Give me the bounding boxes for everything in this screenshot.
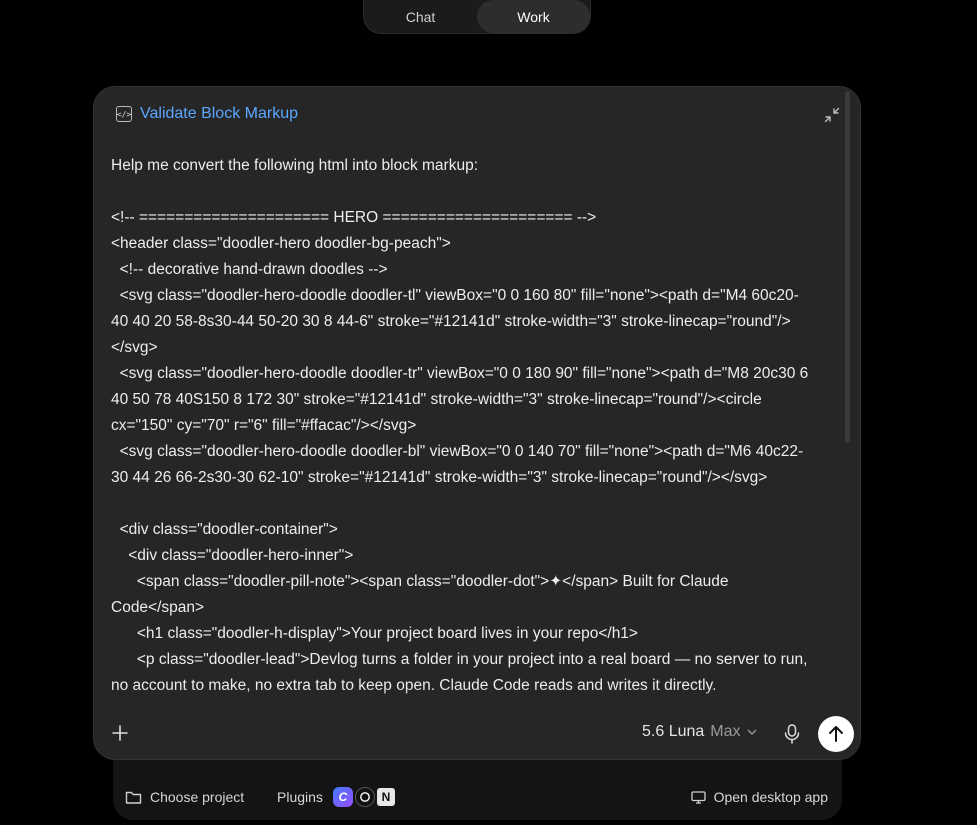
github-plugin-icon — [354, 787, 375, 807]
open-desktop-app-label: Open desktop app — [713, 789, 828, 805]
mode-toggle: Chat Work — [363, 0, 591, 34]
monitor-icon — [690, 790, 706, 804]
message-line: <!-- ===================== HERO ========… — [111, 209, 597, 226]
model-tier: Max — [710, 723, 741, 740]
bottom-bar-row: Choose project Plugins C N Open desktop … — [113, 782, 842, 812]
model-name: 5.6 Luna — [642, 723, 705, 740]
choose-project-label: Choose project — [150, 789, 245, 805]
prompt-card: </> Validate Block Markup Help me conver… — [93, 86, 861, 760]
scrollbar[interactable] — [845, 91, 850, 443]
plugins-button[interactable]: Plugins C N — [277, 787, 395, 807]
canva-plugin-icon: C — [332, 787, 353, 807]
chevron-down-icon — [747, 729, 757, 735]
message-line: <div class="doodler-hero-inner"> — [111, 547, 354, 564]
arrow-up-icon — [829, 726, 843, 742]
message-line: <span class="doodler-pill-note"><span cl… — [111, 573, 733, 616]
plugins-label: Plugins — [277, 789, 323, 805]
open-desktop-app-button[interactable]: Open desktop app — [690, 789, 828, 805]
message-text[interactable]: Help me convert the following html into … — [111, 153, 811, 713]
message-line — [111, 179, 811, 205]
collapse-icon[interactable] — [824, 107, 840, 123]
tab-chat[interactable]: Chat — [364, 0, 477, 33]
notion-plugin-icon: N — [376, 788, 395, 806]
message-line: <svg class="doodler-hero-doodle doodler-… — [111, 287, 799, 356]
plus-icon[interactable] — [110, 723, 130, 743]
folder-icon — [125, 791, 142, 804]
card-title: </> Validate Block Markup — [116, 105, 298, 123]
plugin-icons: C N — [332, 787, 395, 807]
message-line: <!-- decorative hand-drawn doodles --> — [111, 261, 388, 278]
message-line: <svg class="doodler-hero-doodle doodler-… — [111, 443, 804, 486]
model-selector[interactable]: 5.6 Luna Max — [642, 723, 757, 741]
card-title-text: Validate Block Markup — [140, 105, 298, 122]
message-line — [111, 491, 811, 517]
send-button[interactable] — [818, 716, 854, 752]
message-line: <svg class="doodler-hero-doodle doodler-… — [111, 365, 809, 434]
message-line: Help me convert the following html into … — [111, 157, 478, 174]
message-line: <h1 class="doodler-h-display">Your proje… — [111, 625, 638, 642]
composer-toolbar: 5.6 Luna Max — [94, 715, 860, 755]
choose-project-button[interactable]: Choose project — [125, 789, 244, 805]
tab-work[interactable]: Work — [477, 0, 590, 33]
message-line: <div class="doodler-container"> — [111, 521, 338, 538]
code-block-icon: </> — [116, 106, 132, 122]
message-line: <header class="doodler-hero doodler-bg-p… — [111, 235, 451, 252]
microphone-icon[interactable] — [782, 723, 802, 745]
